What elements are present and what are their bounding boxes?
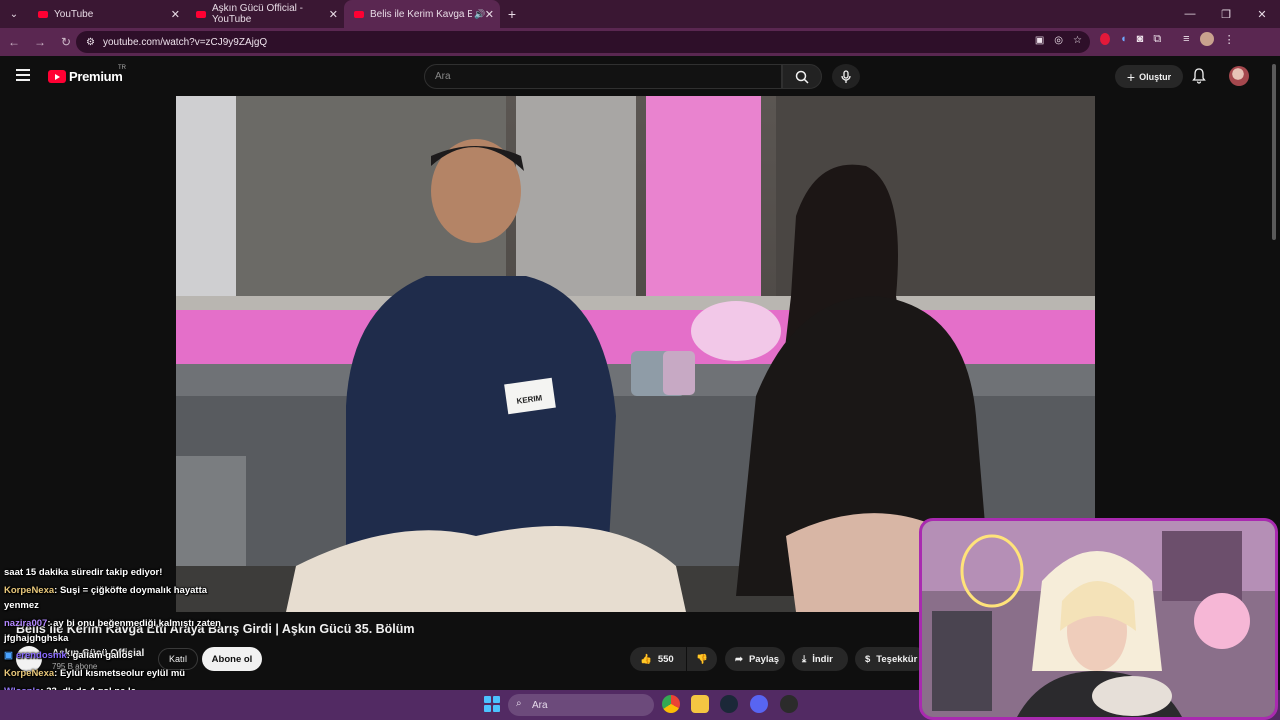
thanks-icon: $: [865, 653, 871, 665]
chat-username: KorpeNexa: [4, 585, 55, 596]
channel-avatar[interactable]: [16, 646, 42, 672]
browser-profile-avatar[interactable]: [1199, 32, 1214, 46]
search-icon: [795, 70, 809, 84]
back-icon[interactable]: ←: [2, 30, 26, 54]
subscribe-button[interactable]: Abone ol: [202, 647, 262, 671]
region-code: TR: [118, 65, 126, 71]
create-label: Oluştur: [1139, 71, 1172, 82]
discord-icon[interactable]: [750, 695, 768, 713]
bookmark-star-icon[interactable]: ☆: [1073, 35, 1082, 46]
taskbar-search-placeholder: Ara: [532, 699, 548, 711]
youtube-favicon-icon: [196, 10, 206, 18]
webcam-frame: [922, 521, 1275, 717]
close-tab-icon[interactable]: ✕: [485, 8, 494, 21]
subscriber-count: 795 B abone: [52, 662, 98, 671]
share-button[interactable]: ➦ Paylaş: [725, 647, 785, 671]
extensions-puzzle-icon[interactable]: ⧉: [1153, 33, 1161, 46]
extension-red-icon[interactable]: [1100, 33, 1110, 45]
audio-playing-icon[interactable]: 🔊: [474, 9, 485, 20]
youtube-masthead: Premium TR Ara + Oluştur: [0, 56, 1280, 96]
chrome-icon[interactable]: [662, 695, 680, 713]
youtube-premium-logo[interactable]: Premium TR: [48, 65, 126, 84]
start-button-windows-icon[interactable]: [484, 696, 500, 712]
video-title: Belis ile Kerim Kavga Etti Araya Barış G…: [16, 622, 415, 636]
search-input[interactable]: Ara: [424, 64, 782, 89]
steam-icon[interactable]: [720, 695, 738, 713]
thumbs-up-icon: 👍: [640, 653, 652, 665]
like-button[interactable]: 👍 550: [630, 647, 686, 671]
share-label: Paylaş: [748, 653, 780, 665]
tab-search-button[interactable]: ⌄: [0, 0, 28, 28]
file-explorer-icon[interactable]: [691, 695, 709, 713]
download-button[interactable]: ⤓ İndir: [792, 647, 848, 671]
youtube-favicon-icon: [354, 10, 364, 18]
minimize-icon[interactable]: —: [1172, 0, 1208, 28]
browser-tab-askin-gucu[interactable]: Aşkın Gücü Official - YouTube ✕: [186, 0, 344, 28]
microphone-icon: [841, 69, 851, 83]
chat-text: yenmez: [4, 600, 39, 611]
eye-off-icon[interactable]: ◎: [1054, 35, 1063, 46]
taskbar-search-input[interactable]: ⌕ Ara: [508, 694, 654, 716]
restore-icon[interactable]: ❐: [1208, 0, 1244, 28]
logo-text: Premium: [69, 69, 123, 84]
browser-toolbar: ← → ↻ ⚙ youtube.com/watch?v=zCJ9y9ZAjgQ …: [0, 28, 1280, 56]
like-count: 550: [657, 653, 674, 665]
tab-title: YouTube: [54, 8, 94, 20]
search-button[interactable]: [782, 64, 822, 89]
thumbs-down-icon: 👎: [696, 653, 708, 665]
obs-icon[interactable]: [780, 695, 798, 713]
cast-icon[interactable]: ▣: [1035, 35, 1044, 46]
tab-title: Belis ile Kerim Kavga Etti Ar: [370, 8, 472, 20]
youtube-play-logo-icon: [48, 70, 66, 83]
notifications-bell-icon[interactable]: [1192, 68, 1206, 89]
extensions-area: ◖ ◙ ⧉ ≡ ⋮: [1100, 32, 1235, 46]
site-info-icon[interactable]: ⚙: [86, 37, 95, 48]
browser-tab-strip: ⌄ YouTube ✕ Aşkın Gücü Official - YouTub…: [0, 0, 1280, 28]
screen: ⌄ YouTube ✕ Aşkın Gücü Official - YouTub…: [0, 0, 1280, 720]
extension-shield-icon[interactable]: ◙: [1137, 33, 1144, 45]
reading-list-icon[interactable]: ≡: [1183, 33, 1189, 45]
extension-audio-icon[interactable]: ◖: [1120, 33, 1127, 45]
new-tab-button[interactable]: +: [500, 6, 524, 22]
forward-icon[interactable]: →: [28, 30, 52, 54]
share-arrow-icon: ➦: [735, 653, 743, 665]
browser-tab-active[interactable]: Belis ile Kerim Kavga Etti Ar 🔊 ✕: [344, 0, 500, 28]
download-icon: ⤓: [802, 653, 807, 665]
close-tab-icon[interactable]: ✕: [329, 8, 338, 21]
search-icon: ⌕: [516, 698, 522, 709]
search-placeholder: Ara: [435, 71, 451, 82]
browser-menu-icon[interactable]: ⋮: [1224, 33, 1235, 46]
download-label: İndir: [812, 653, 833, 665]
join-button[interactable]: Katıl: [158, 648, 198, 670]
browser-tab-youtube[interactable]: YouTube ✕: [28, 0, 186, 28]
account-avatar[interactable]: [1229, 66, 1249, 86]
voice-search-button[interactable]: [832, 64, 860, 89]
window-controls: — ❐ ✕: [1172, 0, 1280, 28]
channel-name[interactable]: Aşkın Gücü Official: [52, 648, 144, 659]
tab-title: Aşkın Gücü Official - YouTube: [212, 3, 303, 25]
chat-text: saat 15 dakika süredir takip ediyor!: [4, 567, 163, 578]
chat-message: yenmez: [4, 600, 39, 611]
omnibox-actions: ▣ ◎ ☆: [1035, 35, 1082, 46]
thanks-button[interactable]: $ Teşekkür: [855, 647, 927, 671]
reload-icon[interactable]: ↻: [54, 30, 78, 54]
page-scrollbar[interactable]: [1272, 64, 1276, 240]
bell-icon: [1192, 68, 1206, 84]
streamer-webcam: [919, 518, 1278, 720]
chat-message: saat 15 dakika süredir takip ediyor!: [4, 567, 162, 578]
dislike-button[interactable]: 👎: [687, 647, 717, 671]
thanks-label: Teşekkür: [876, 653, 918, 665]
guide-menu-icon[interactable]: [16, 69, 30, 81]
close-window-icon[interactable]: ✕: [1244, 0, 1280, 28]
youtube-favicon-icon: [38, 10, 48, 18]
url-text: youtube.com/watch?v=zCJ9y9ZAjgQ: [102, 36, 268, 48]
address-bar[interactable]: ⚙ youtube.com/watch?v=zCJ9y9ZAjgQ ▣ ◎ ☆: [76, 31, 1090, 53]
plus-icon: +: [1126, 68, 1136, 85]
create-button[interactable]: + Oluştur: [1115, 65, 1183, 88]
close-tab-icon[interactable]: ✕: [171, 8, 180, 21]
